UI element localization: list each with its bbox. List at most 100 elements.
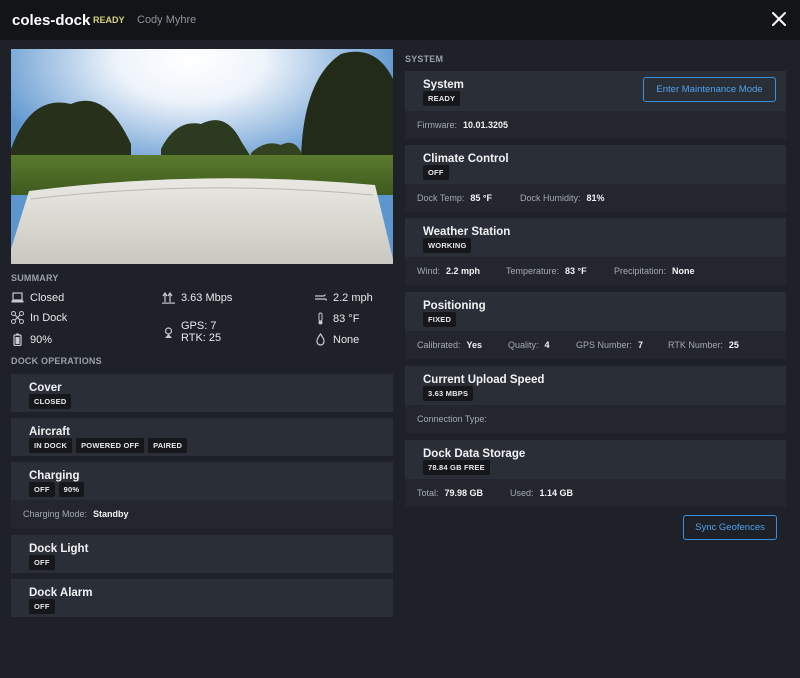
weather-card: Weather Station WORKING Wind: 2.2 mph Tem… <box>405 218 786 285</box>
summary-battery-value: 90% <box>30 333 53 346</box>
upload-speed-badge: 3.63 MBPS <box>423 386 474 401</box>
charging-mode-value: Standby <box>93 509 129 519</box>
thermometer-icon <box>318 312 323 325</box>
cover-title: Cover <box>29 382 62 394</box>
system-badge: READY <box>423 91 461 106</box>
summary-cover: Closed <box>11 291 64 304</box>
weather-temperature-value: 83 °F <box>565 266 587 276</box>
positioning-badge: FIXED <box>423 312 457 327</box>
aircraft-card[interactable]: Aircraft IN DOCK POWERED OFF PAIRED <box>11 418 393 456</box>
dock-alarm-card[interactable]: Dock Alarm OFF <box>11 579 393 617</box>
dock-humidity: Dock Humidity: 81% <box>520 193 605 203</box>
summary-heading: SUMMARY <box>11 273 59 283</box>
battery-icon <box>13 333 22 346</box>
sync-geofences-button[interactable]: Sync Geofences <box>683 515 777 540</box>
upload-speed-icon <box>162 291 175 304</box>
gps-number-value: 7 <box>638 340 644 350</box>
dock-humidity-label: Dock Humidity: <box>520 193 581 203</box>
upload-speed-details: Connection Type: <box>405 405 786 433</box>
positioning-title: Positioning <box>423 300 486 312</box>
close-icon[interactable] <box>769 9 789 29</box>
calibrated: Calibrated: Yes <box>417 340 482 350</box>
summary-precip: None <box>314 333 359 346</box>
charging-card[interactable]: Charging OFF 90% Charging Mode: Standby <box>11 462 393 529</box>
gps-number: GPS Number: 7 <box>576 340 643 350</box>
storage-details: Total: 79.98 GB Used: 1.14 GB <box>405 479 786 507</box>
summary-rtk-value: RTK: 25 <box>181 332 222 344</box>
cover-card[interactable]: Cover CLOSED <box>11 374 393 412</box>
dock-operations-heading: DOCK OPERATIONS <box>11 356 102 366</box>
storage-used-value: 1.14 GB <box>539 488 574 498</box>
summary-wind: 2.2 mph <box>314 291 373 304</box>
climate-title: Climate Control <box>423 153 509 165</box>
cover-badge: CLOSED <box>29 394 72 409</box>
summary-bandwidth: 3.63 Mbps <box>162 291 232 304</box>
storage-title: Dock Data Storage <box>423 448 526 460</box>
summary-bandwidth-value: 3.63 Mbps <box>181 291 233 304</box>
summary-gps: GPS: 7 RTK: 25 <box>162 320 221 344</box>
firmware-label: Firmware: <box>417 120 457 130</box>
weather-temperature-label: Temperature: <box>506 266 560 276</box>
weather-precipitation-label: Precipitation: <box>614 266 667 276</box>
weather-wind-value: 2.2 mph <box>446 266 481 276</box>
firmware-value: 10.01.3205 <box>463 120 509 130</box>
raindrop-icon <box>316 333 325 346</box>
dock-name: coles-dock <box>12 12 91 29</box>
camera-image <box>11 49 393 264</box>
summary-wind-value: 2.2 mph <box>333 291 373 304</box>
upload-speed-title: Current Upload Speed <box>423 374 545 386</box>
storage-total-value: 79.98 GB <box>444 488 484 498</box>
dock-humidity-value: 81% <box>586 193 605 203</box>
quality-value: 4 <box>544 340 550 350</box>
aircraft-title: Aircraft <box>29 426 70 438</box>
aircraft-badge-power: POWERED OFF <box>76 438 145 453</box>
summary-temperature: 83 °F <box>314 312 359 325</box>
system-details: Firmware: 10.01.3205 <box>405 111 786 139</box>
storage-total: Total: 79.98 GB <box>417 488 483 498</box>
aircraft-badge-in-dock: IN DOCK <box>29 438 73 453</box>
charging-details: Charging Mode: Standby <box>11 500 393 529</box>
climate-details: Dock Temp: 85 °F Dock Humidity: 81% <box>405 184 786 212</box>
enter-maintenance-mode-button[interactable]: Enter Maintenance Mode <box>643 77 776 102</box>
dock-temp: Dock Temp: 85 °F <box>417 193 492 203</box>
weather-wind: Wind: 2.2 mph <box>417 266 480 276</box>
summary-aircraft: In Dock <box>11 311 67 324</box>
storage-badge: 78.84 GB FREE <box>423 460 490 475</box>
calibrated-label: Calibrated: <box>417 340 461 350</box>
charging-mode-label: Charging Mode: <box>23 509 88 519</box>
dock-status: READY <box>93 15 125 25</box>
dock-light-card[interactable]: Dock Light OFF <box>11 535 393 573</box>
rtk-number-value: 25 <box>728 340 739 350</box>
connection-type: Connection Type: <box>417 414 487 424</box>
charging-badge-level: 90% <box>58 482 85 497</box>
storage-card: Dock Data Storage 78.84 GB FREE Total: 79… <box>405 440 786 507</box>
weather-details: Wind: 2.2 mph Temperature: 83 °F Precipita… <box>405 257 786 285</box>
dock-temp-value: 85 °F <box>470 193 492 203</box>
upload-speed-card: Current Upload Speed 3.63 MBPS Connectio… <box>405 366 786 433</box>
rtk-number: RTK Number: 25 <box>668 340 739 350</box>
storage-used-label: Used: <box>510 488 534 498</box>
positioning-card: Positioning FIXED Calibrated: Yes Quality… <box>405 292 786 359</box>
wind-icon <box>315 294 327 301</box>
quality-label: Quality: <box>508 340 539 350</box>
climate-card: Climate Control OFF Dock Temp: 85 °F Dock… <box>405 145 786 212</box>
positioning-details: Calibrated: Yes Quality: 4 GPS Number: 7 RT… <box>405 331 786 359</box>
summary-aircraft-value: In Dock <box>30 311 68 324</box>
charging-title: Charging <box>29 470 80 482</box>
user-name: Cody Myhre <box>137 14 197 26</box>
dock-light-title: Dock Light <box>29 543 89 555</box>
aircraft-badge-paired: PAIRED <box>148 438 188 453</box>
dock-light-badge: OFF <box>29 555 55 570</box>
title-bar: coles-dock READY Cody Myhre <box>0 0 800 40</box>
system-heading: SYSTEM <box>405 54 444 64</box>
connection-type-label: Connection Type: <box>417 414 487 424</box>
system-card: System READY Enter Maintenance Mode Firm… <box>405 71 786 139</box>
weather-title: Weather Station <box>423 226 511 238</box>
dock-temp-label: Dock Temp: <box>417 193 465 203</box>
gps-number-label: GPS Number: <box>576 340 633 350</box>
system-title: System <box>423 79 464 91</box>
summary-cover-value: Closed <box>30 291 65 304</box>
charging-badge-state: OFF <box>29 482 55 497</box>
dock-alarm-title: Dock Alarm <box>29 587 93 599</box>
dock-alarm-badge: OFF <box>29 599 55 614</box>
